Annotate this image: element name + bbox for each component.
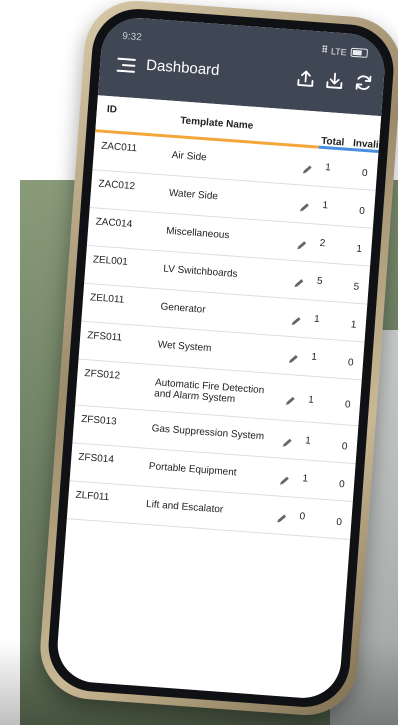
row-id: ZAC011 bbox=[100, 140, 138, 155]
row-template-name: Gas Suppression System bbox=[151, 423, 265, 443]
row-id: ZEL011 bbox=[89, 292, 125, 306]
menu-icon[interactable] bbox=[116, 57, 136, 73]
row-total: 2 bbox=[319, 237, 326, 250]
row-invalid: 0 bbox=[358, 205, 366, 218]
row-template-name: Water Side bbox=[168, 187, 219, 203]
pencil-icon[interactable] bbox=[278, 475, 291, 488]
row-invalid: 1 bbox=[355, 243, 363, 256]
row-id: ZLF011 bbox=[75, 489, 110, 504]
pencil-icon[interactable] bbox=[298, 201, 311, 214]
status-time: 9:32 bbox=[121, 30, 143, 44]
pencil-icon[interactable] bbox=[301, 163, 314, 176]
signal-icon: ⠿ bbox=[321, 44, 328, 55]
row-invalid: 0 bbox=[347, 357, 354, 369]
pencil-icon[interactable] bbox=[295, 239, 308, 252]
phone-mockup: 9:32 ⠿ LTE Dashboard ID Template Name To… bbox=[36, 0, 398, 719]
row-template-name: Air Side bbox=[171, 149, 208, 164]
row-id: ZEL001 bbox=[92, 254, 129, 268]
row-id: ZFS013 bbox=[80, 413, 118, 428]
row-template-name: Portable Equipment bbox=[148, 461, 237, 479]
row-template-name: LV Switchboards bbox=[162, 263, 238, 280]
upload-icon[interactable] bbox=[295, 68, 316, 89]
pencil-icon[interactable] bbox=[281, 437, 294, 450]
row-template-name: Wet System bbox=[157, 339, 212, 355]
phone-screen: 9:32 ⠿ LTE Dashboard ID Template Name To… bbox=[54, 15, 388, 701]
row-total: 1 bbox=[313, 313, 321, 326]
row-invalid: 0 bbox=[338, 479, 346, 491]
download-icon[interactable] bbox=[324, 70, 345, 91]
row-invalid: 5 bbox=[353, 281, 360, 293]
row-total: 0 bbox=[299, 511, 306, 523]
row-invalid: 0 bbox=[341, 441, 348, 453]
header-actions bbox=[295, 68, 374, 94]
row-id: ZFS014 bbox=[77, 451, 115, 466]
status-indicators: ⠿ LTE bbox=[321, 44, 369, 59]
row-template-name: Generator bbox=[160, 301, 206, 316]
column-header-id[interactable]: ID bbox=[106, 104, 117, 116]
page-title: Dashboard bbox=[145, 56, 221, 80]
row-total: 1 bbox=[301, 473, 309, 485]
row-invalid: 0 bbox=[335, 516, 343, 529]
row-id: ZFS012 bbox=[84, 368, 121, 382]
row-total: 5 bbox=[316, 275, 323, 288]
row-total: 1 bbox=[304, 435, 312, 447]
row-template-name: Miscellaneous bbox=[165, 225, 230, 242]
row-total: 1 bbox=[307, 394, 315, 406]
sync-icon[interactable] bbox=[353, 72, 374, 93]
battery-icon bbox=[350, 47, 369, 58]
row-id: ZAC012 bbox=[98, 178, 136, 193]
pencil-icon[interactable] bbox=[287, 353, 300, 366]
row-invalid: 0 bbox=[344, 399, 351, 411]
row-total: 1 bbox=[322, 200, 329, 212]
row-id: ZAC014 bbox=[95, 216, 133, 231]
network-label: LTE bbox=[330, 45, 348, 57]
column-header-template-name[interactable]: Template Name bbox=[180, 115, 254, 131]
pencil-icon[interactable] bbox=[292, 277, 305, 290]
pencil-icon[interactable] bbox=[289, 315, 302, 328]
row-total: 1 bbox=[310, 351, 318, 364]
row-total: 1 bbox=[324, 162, 332, 174]
template-list: ZAC011 Air Side 1 0 ZAC012 Water Side 1 … bbox=[66, 132, 387, 540]
row-invalid: 1 bbox=[350, 319, 357, 331]
row-template-name: Lift and Escalator bbox=[145, 498, 224, 516]
row-id: ZFS011 bbox=[86, 330, 123, 344]
row-invalid: 0 bbox=[361, 167, 368, 180]
pencil-icon[interactable] bbox=[284, 395, 297, 408]
row-template-name: Automatic Fire Detection and Alarm Syste… bbox=[153, 377, 265, 406]
pencil-icon[interactable] bbox=[275, 512, 288, 525]
